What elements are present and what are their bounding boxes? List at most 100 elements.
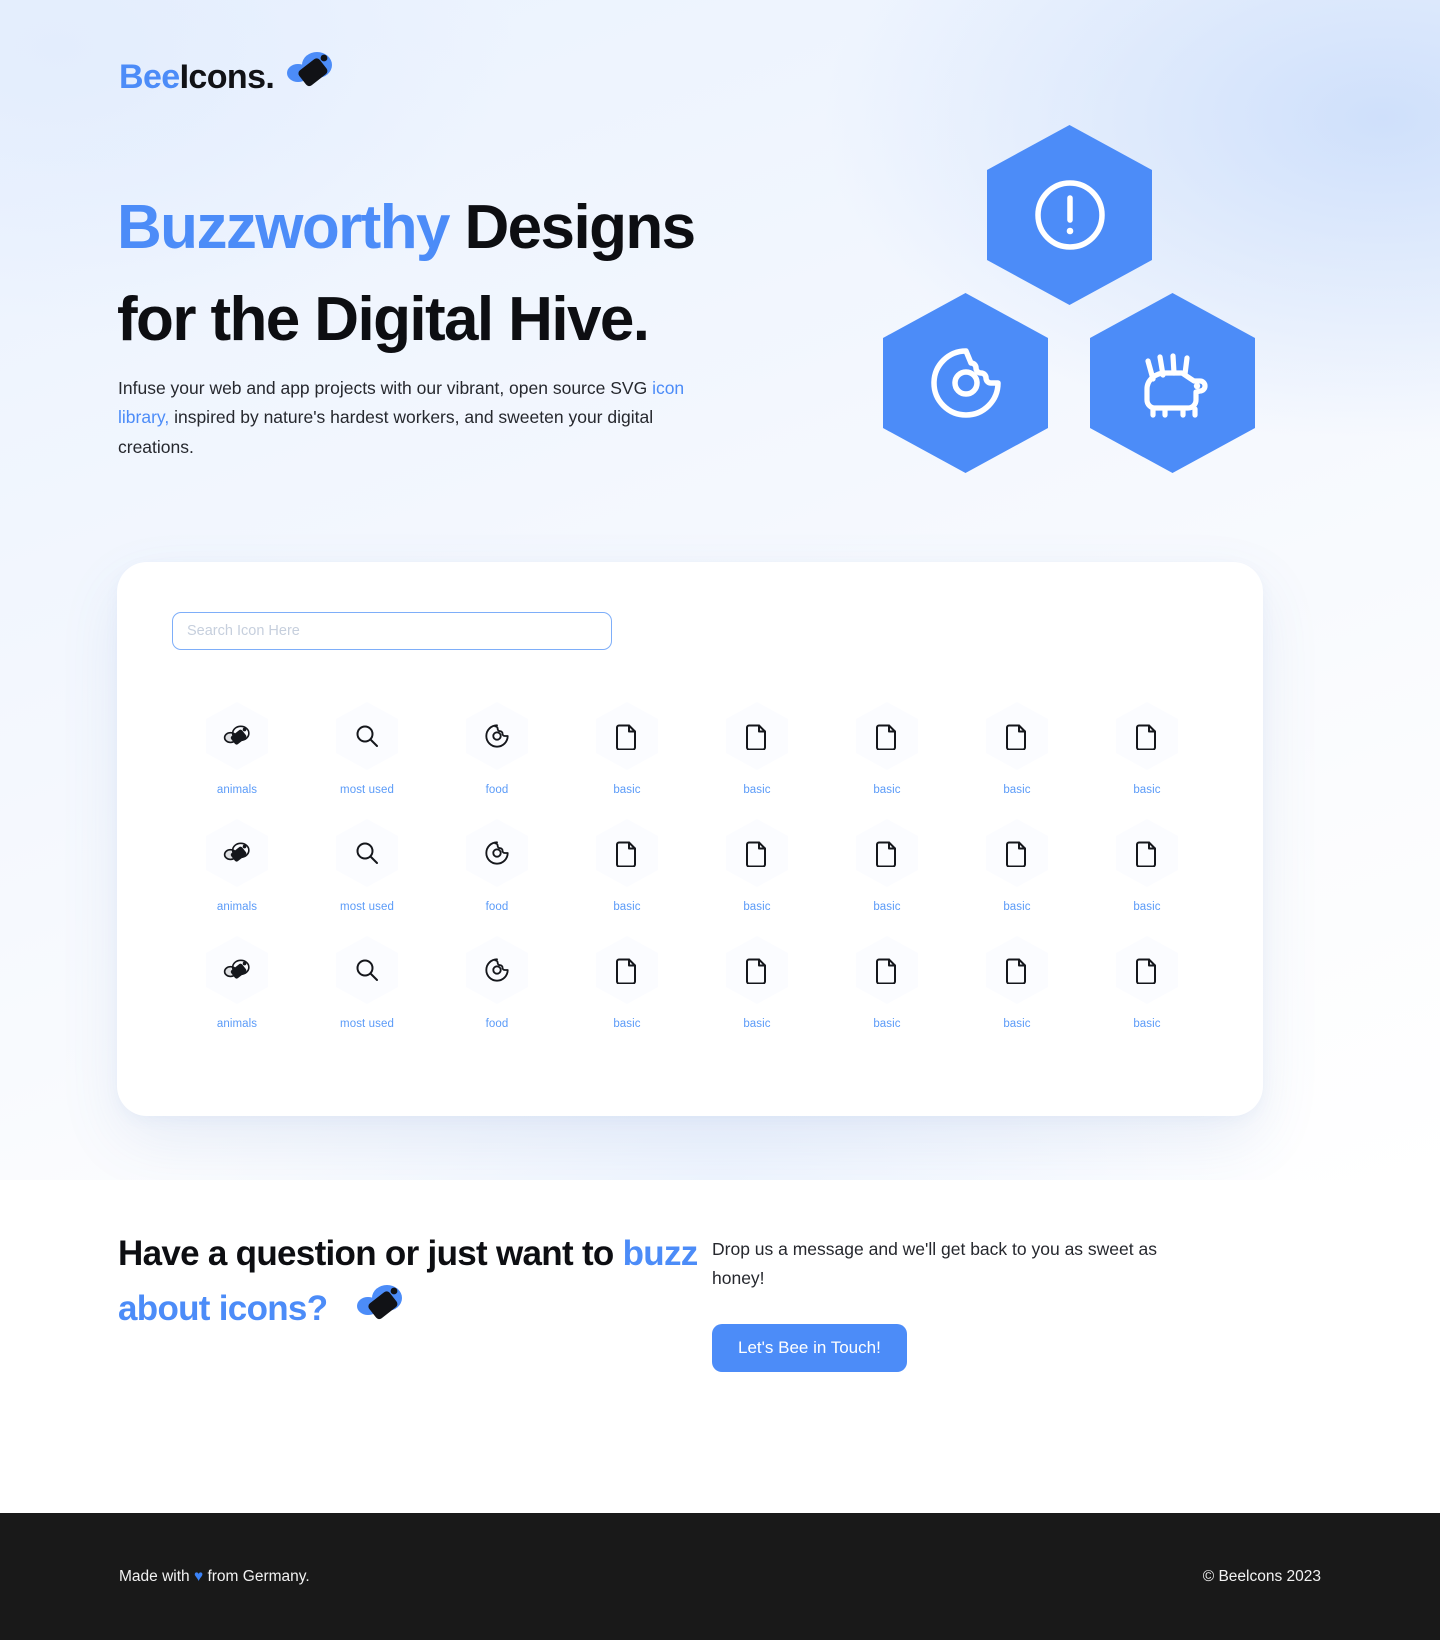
icon-tile bbox=[986, 819, 1048, 887]
footer-copyright: © Beelcons 2023 bbox=[1202, 1567, 1321, 1585]
icon-grid-item[interactable]: basic bbox=[952, 702, 1082, 796]
brand-name-blue: Bee bbox=[119, 58, 180, 96]
icon-grid-item[interactable]: food bbox=[432, 936, 562, 1030]
file-icon bbox=[746, 958, 766, 984]
page-title: Buzzworthy Designs for the Digital Hive. bbox=[117, 182, 877, 366]
icon-label: basic bbox=[1003, 901, 1031, 913]
icon-tile bbox=[466, 702, 528, 770]
icon-tile bbox=[1116, 819, 1178, 887]
file-icon bbox=[1136, 841, 1156, 867]
heart-icon: ♥ bbox=[193, 1567, 204, 1585]
hero-hexagon-cluster bbox=[870, 125, 1270, 475]
icon-grid-item[interactable]: basic bbox=[952, 936, 1082, 1030]
icon-label: basic bbox=[613, 784, 641, 796]
icon-label: basic bbox=[613, 901, 641, 913]
icon-grid-item[interactable]: food bbox=[432, 819, 562, 913]
bee-icon bbox=[223, 724, 250, 745]
icon-tile bbox=[1116, 702, 1178, 770]
icon-grid-item[interactable]: basic bbox=[692, 819, 822, 913]
icon-grid-item[interactable]: most used bbox=[302, 819, 432, 913]
icon-grid-item[interactable]: basic bbox=[952, 819, 1082, 913]
footer-credit-prefix: Made with bbox=[119, 1567, 194, 1585]
icon-grid-item[interactable]: basic bbox=[562, 819, 692, 913]
icon-grid-item[interactable]: basic bbox=[822, 702, 952, 796]
icon-label: basic bbox=[1133, 1018, 1161, 1030]
icon-grid-item[interactable]: basic bbox=[822, 936, 952, 1030]
icon-grid-item[interactable]: basic bbox=[562, 936, 692, 1030]
exclamation-circle-icon bbox=[1034, 180, 1105, 250]
icon-label: basic bbox=[873, 1018, 901, 1030]
icon-grid-item[interactable]: most used bbox=[302, 936, 432, 1030]
bee-icon bbox=[223, 958, 250, 979]
icon-label: basic bbox=[873, 784, 901, 796]
icon-tile bbox=[856, 819, 918, 887]
search-input[interactable] bbox=[172, 612, 612, 650]
icon-label: basic bbox=[743, 1018, 771, 1030]
contact-section: Have a question or just want to buzz abo… bbox=[0, 1180, 1440, 1513]
icon-label: animals bbox=[216, 1018, 258, 1030]
icon-tile bbox=[726, 702, 788, 770]
file-icon bbox=[876, 841, 896, 867]
hero-subtext-part1: Infuse your web and app projects with ou… bbox=[118, 378, 653, 398]
search-icon bbox=[356, 959, 378, 981]
icon-grid-item[interactable]: basic bbox=[1082, 819, 1212, 913]
search-icon bbox=[356, 725, 378, 747]
contact-body-text: Drop us a message and we'll get back to … bbox=[712, 1239, 1157, 1289]
search-icon bbox=[356, 842, 378, 864]
icon-grid-item[interactable]: basic bbox=[692, 702, 822, 796]
icon-grid-item[interactable]: animals bbox=[172, 702, 302, 796]
file-icon bbox=[1136, 958, 1156, 984]
brand-name-dark: Icons. bbox=[179, 58, 275, 96]
icon-grid-item[interactable]: food bbox=[432, 702, 562, 796]
icon-tile bbox=[986, 702, 1048, 770]
footer-credit: Made with ♥ from Germany. bbox=[119, 1568, 310, 1586]
brand-logo[interactable]: BeeIcons. bbox=[119, 52, 336, 96]
footer-credit-suffix: from Germany. bbox=[203, 1567, 310, 1585]
icon-grid-item[interactable]: most used bbox=[302, 702, 432, 796]
file-icon bbox=[746, 724, 766, 750]
headline-rest: Designs bbox=[448, 193, 697, 262]
icon-label: basic bbox=[1003, 784, 1031, 796]
file-icon bbox=[746, 841, 766, 867]
icon-label: basic bbox=[743, 901, 771, 913]
headline-highlight: Buzzworthy bbox=[117, 193, 450, 262]
icon-tile bbox=[336, 819, 398, 887]
brand-logo-text: BeeIcons. bbox=[119, 58, 275, 96]
icon-grid-item[interactable]: basic bbox=[822, 819, 952, 913]
hedgehog-icon bbox=[1143, 353, 1208, 418]
contact-cta-button[interactable]: Let's Bee in Touch! bbox=[712, 1324, 907, 1372]
file-icon bbox=[616, 841, 636, 867]
icon-tile bbox=[726, 819, 788, 887]
icon-label: animals bbox=[216, 901, 258, 913]
icon-label: most used bbox=[340, 1018, 394, 1030]
headline-line2: for the Digital Hive. bbox=[117, 284, 650, 354]
donut-icon bbox=[485, 724, 509, 748]
icon-label: most used bbox=[340, 784, 394, 796]
hero-section: BeeIcons. Buzzworthy Designs for the Dig… bbox=[0, 0, 1440, 1180]
icon-tile bbox=[856, 702, 918, 770]
hexagon-donut bbox=[883, 293, 1048, 473]
file-icon bbox=[1006, 841, 1026, 867]
contact-heading-part1: Have a question or just want to bbox=[118, 1234, 623, 1273]
hexagon-exclamation bbox=[987, 125, 1152, 305]
donut-icon bbox=[485, 958, 509, 982]
file-icon bbox=[616, 724, 636, 750]
page-footer: Made with ♥ from Germany. © Beelcons 202… bbox=[0, 1513, 1440, 1640]
icon-grid-item[interactable]: basic bbox=[1082, 936, 1212, 1030]
icon-grid-item[interactable]: basic bbox=[562, 702, 692, 796]
icon-grid-item[interactable]: animals bbox=[172, 936, 302, 1030]
bee-icon bbox=[223, 841, 250, 862]
icon-tile bbox=[206, 702, 268, 770]
icon-tile bbox=[596, 819, 658, 887]
icon-grid-item[interactable]: basic bbox=[692, 936, 822, 1030]
icon-label: basic bbox=[873, 901, 901, 913]
icon-grid-item[interactable]: animals bbox=[172, 819, 302, 913]
icon-grid-item[interactable]: basic bbox=[1082, 702, 1212, 796]
file-icon bbox=[876, 724, 896, 750]
icon-tile bbox=[726, 936, 788, 1004]
icon-tile bbox=[1116, 936, 1178, 1004]
icon-tile bbox=[336, 936, 398, 1004]
icon-tile bbox=[986, 936, 1048, 1004]
file-icon bbox=[1136, 724, 1156, 750]
bee-icon bbox=[287, 52, 333, 87]
